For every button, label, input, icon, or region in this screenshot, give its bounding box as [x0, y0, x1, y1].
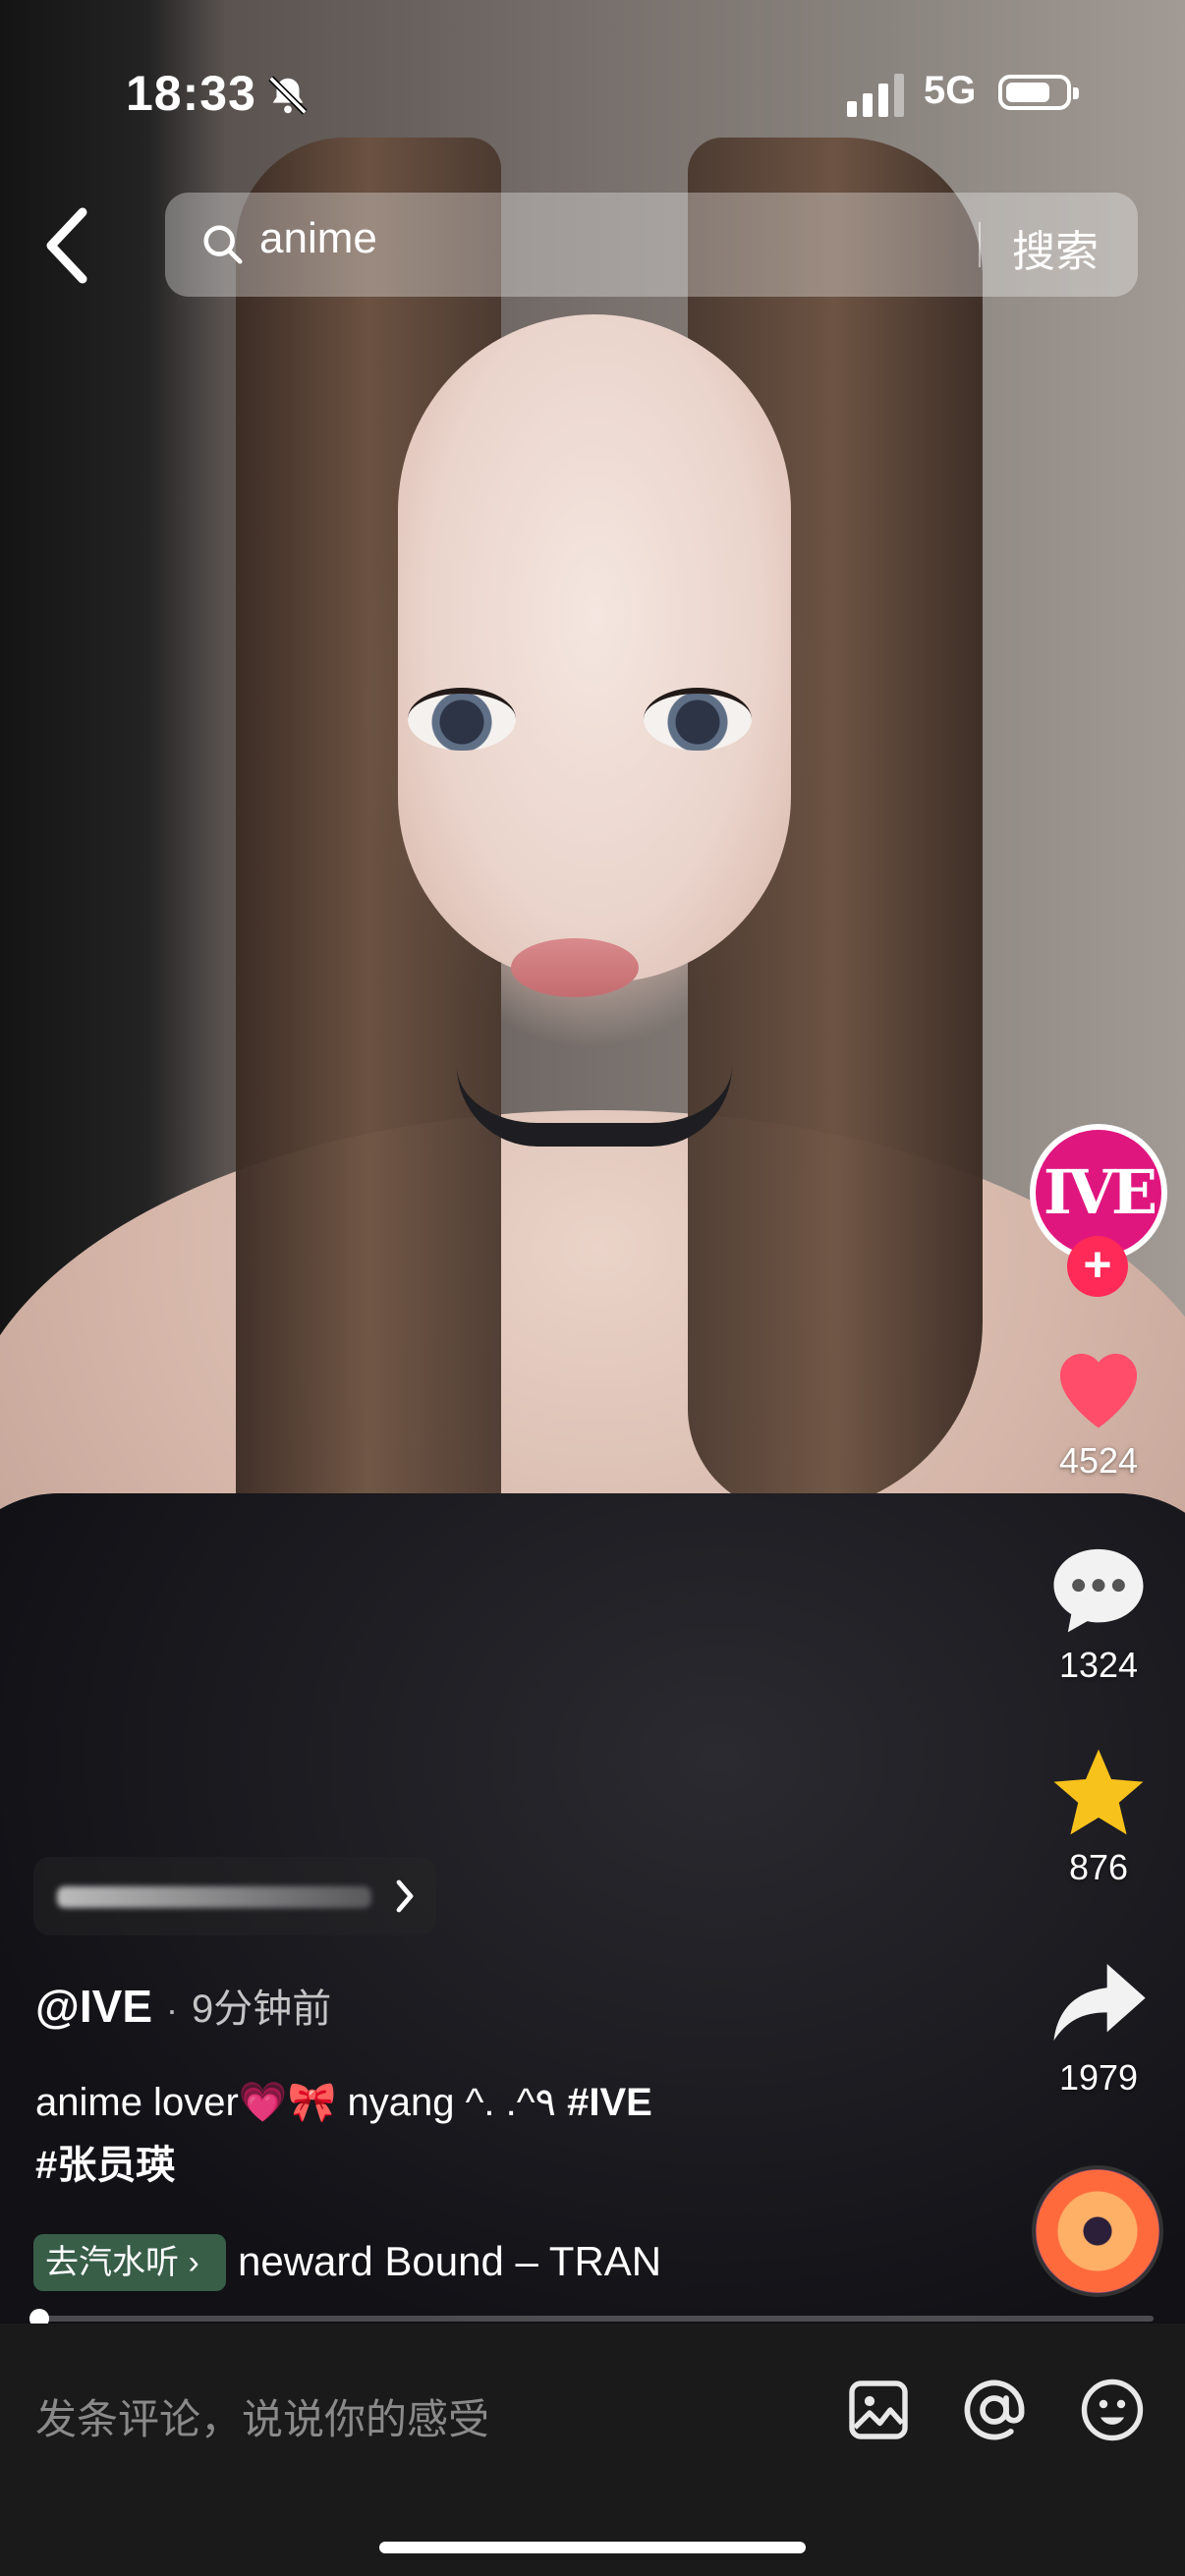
post-caption: anime lover💗🎀 nyang ^. .^٩ #IVE #张员瑛	[35, 2071, 782, 2197]
search-button[interactable]: 搜索	[1012, 216, 1099, 279]
favorite-button[interactable]: 876	[1012, 1745, 1185, 1888]
cellular-signal-icon	[847, 74, 904, 117]
emoji-icon[interactable]	[1077, 2375, 1148, 2445]
network-type: 5G	[924, 69, 977, 112]
product-link-chip[interactable]	[33, 1857, 436, 1935]
listen-in-app-chip[interactable]: 去汽水听 ›	[33, 2234, 226, 2291]
silent-bell-icon	[268, 76, 308, 115]
music-disc[interactable]	[1032, 2165, 1163, 2297]
video-content-choker	[457, 1066, 732, 1147]
share-button[interactable]: 1979	[1012, 1955, 1185, 2099]
search-icon	[203, 225, 243, 264]
comment-count: 1324	[1058, 1645, 1139, 1685]
music-title: neward Bound – TRAN	[238, 2238, 662, 2284]
status-time: 18:33	[126, 66, 256, 121]
search-query[interactable]: anime	[259, 214, 377, 263]
comment-button[interactable]: 1324	[1012, 1542, 1185, 1686]
at-icon[interactable]	[959, 2375, 1030, 2445]
author-row: @IVE · 9分钟前	[35, 1977, 331, 2034]
comment-input[interactable]: 发条评论，说说你的感受	[35, 2386, 489, 2446]
home-indicator[interactable]	[379, 2542, 806, 2553]
share-count: 1979	[1058, 2057, 1139, 2098]
video-content-lips	[511, 938, 639, 997]
comment-icon	[1053, 1548, 1144, 1633]
back-icon[interactable]	[39, 204, 98, 287]
star-icon	[1053, 1749, 1144, 1835]
chevron-right-icon	[396, 1879, 414, 1913]
search-bar[interactable]: anime 搜索	[165, 193, 1138, 297]
author-name[interactable]: @IVE	[35, 1981, 152, 2032]
favorite-count: 876	[1068, 1847, 1129, 1887]
video-content-eye-left	[408, 688, 516, 751]
share-icon	[1053, 1964, 1146, 2041]
like-count: 4524	[1058, 1440, 1139, 1481]
caption-text: anime lover💗🎀 nyang ^. .^٩	[35, 2081, 556, 2124]
post-time: 9分钟前	[192, 1988, 332, 2031]
search-divider	[979, 222, 981, 267]
video-content-eye-right	[644, 688, 752, 751]
playback-progress-bar[interactable]	[29, 2309, 1154, 2328]
hashtag[interactable]: #IVE	[567, 2081, 652, 2124]
status-bar: 18:33 5G	[0, 0, 1185, 196]
video-content-face	[398, 314, 791, 982]
follow-button[interactable]: +	[1067, 1236, 1128, 1297]
battery-level	[1006, 83, 1049, 102]
battery-icon	[998, 75, 1079, 110]
comment-bar: 发条评论，说说你的感受	[0, 2324, 1185, 2576]
image-icon[interactable]	[843, 2375, 914, 2445]
listen-label: 去汽水听	[45, 2244, 179, 2281]
video-feed-screen: 18:33 5G anime 搜索 IVE + 4524 1324 876 19…	[0, 0, 1185, 2576]
blurred-link-text	[57, 1886, 371, 1908]
heart-icon	[1059, 1353, 1138, 1428]
video-player[interactable]	[0, 0, 1185, 2324]
separator-dot: ·	[166, 1989, 178, 2030]
like-button[interactable]: 4524	[1012, 1338, 1185, 1482]
hashtag[interactable]: #张员瑛	[35, 2144, 175, 2187]
